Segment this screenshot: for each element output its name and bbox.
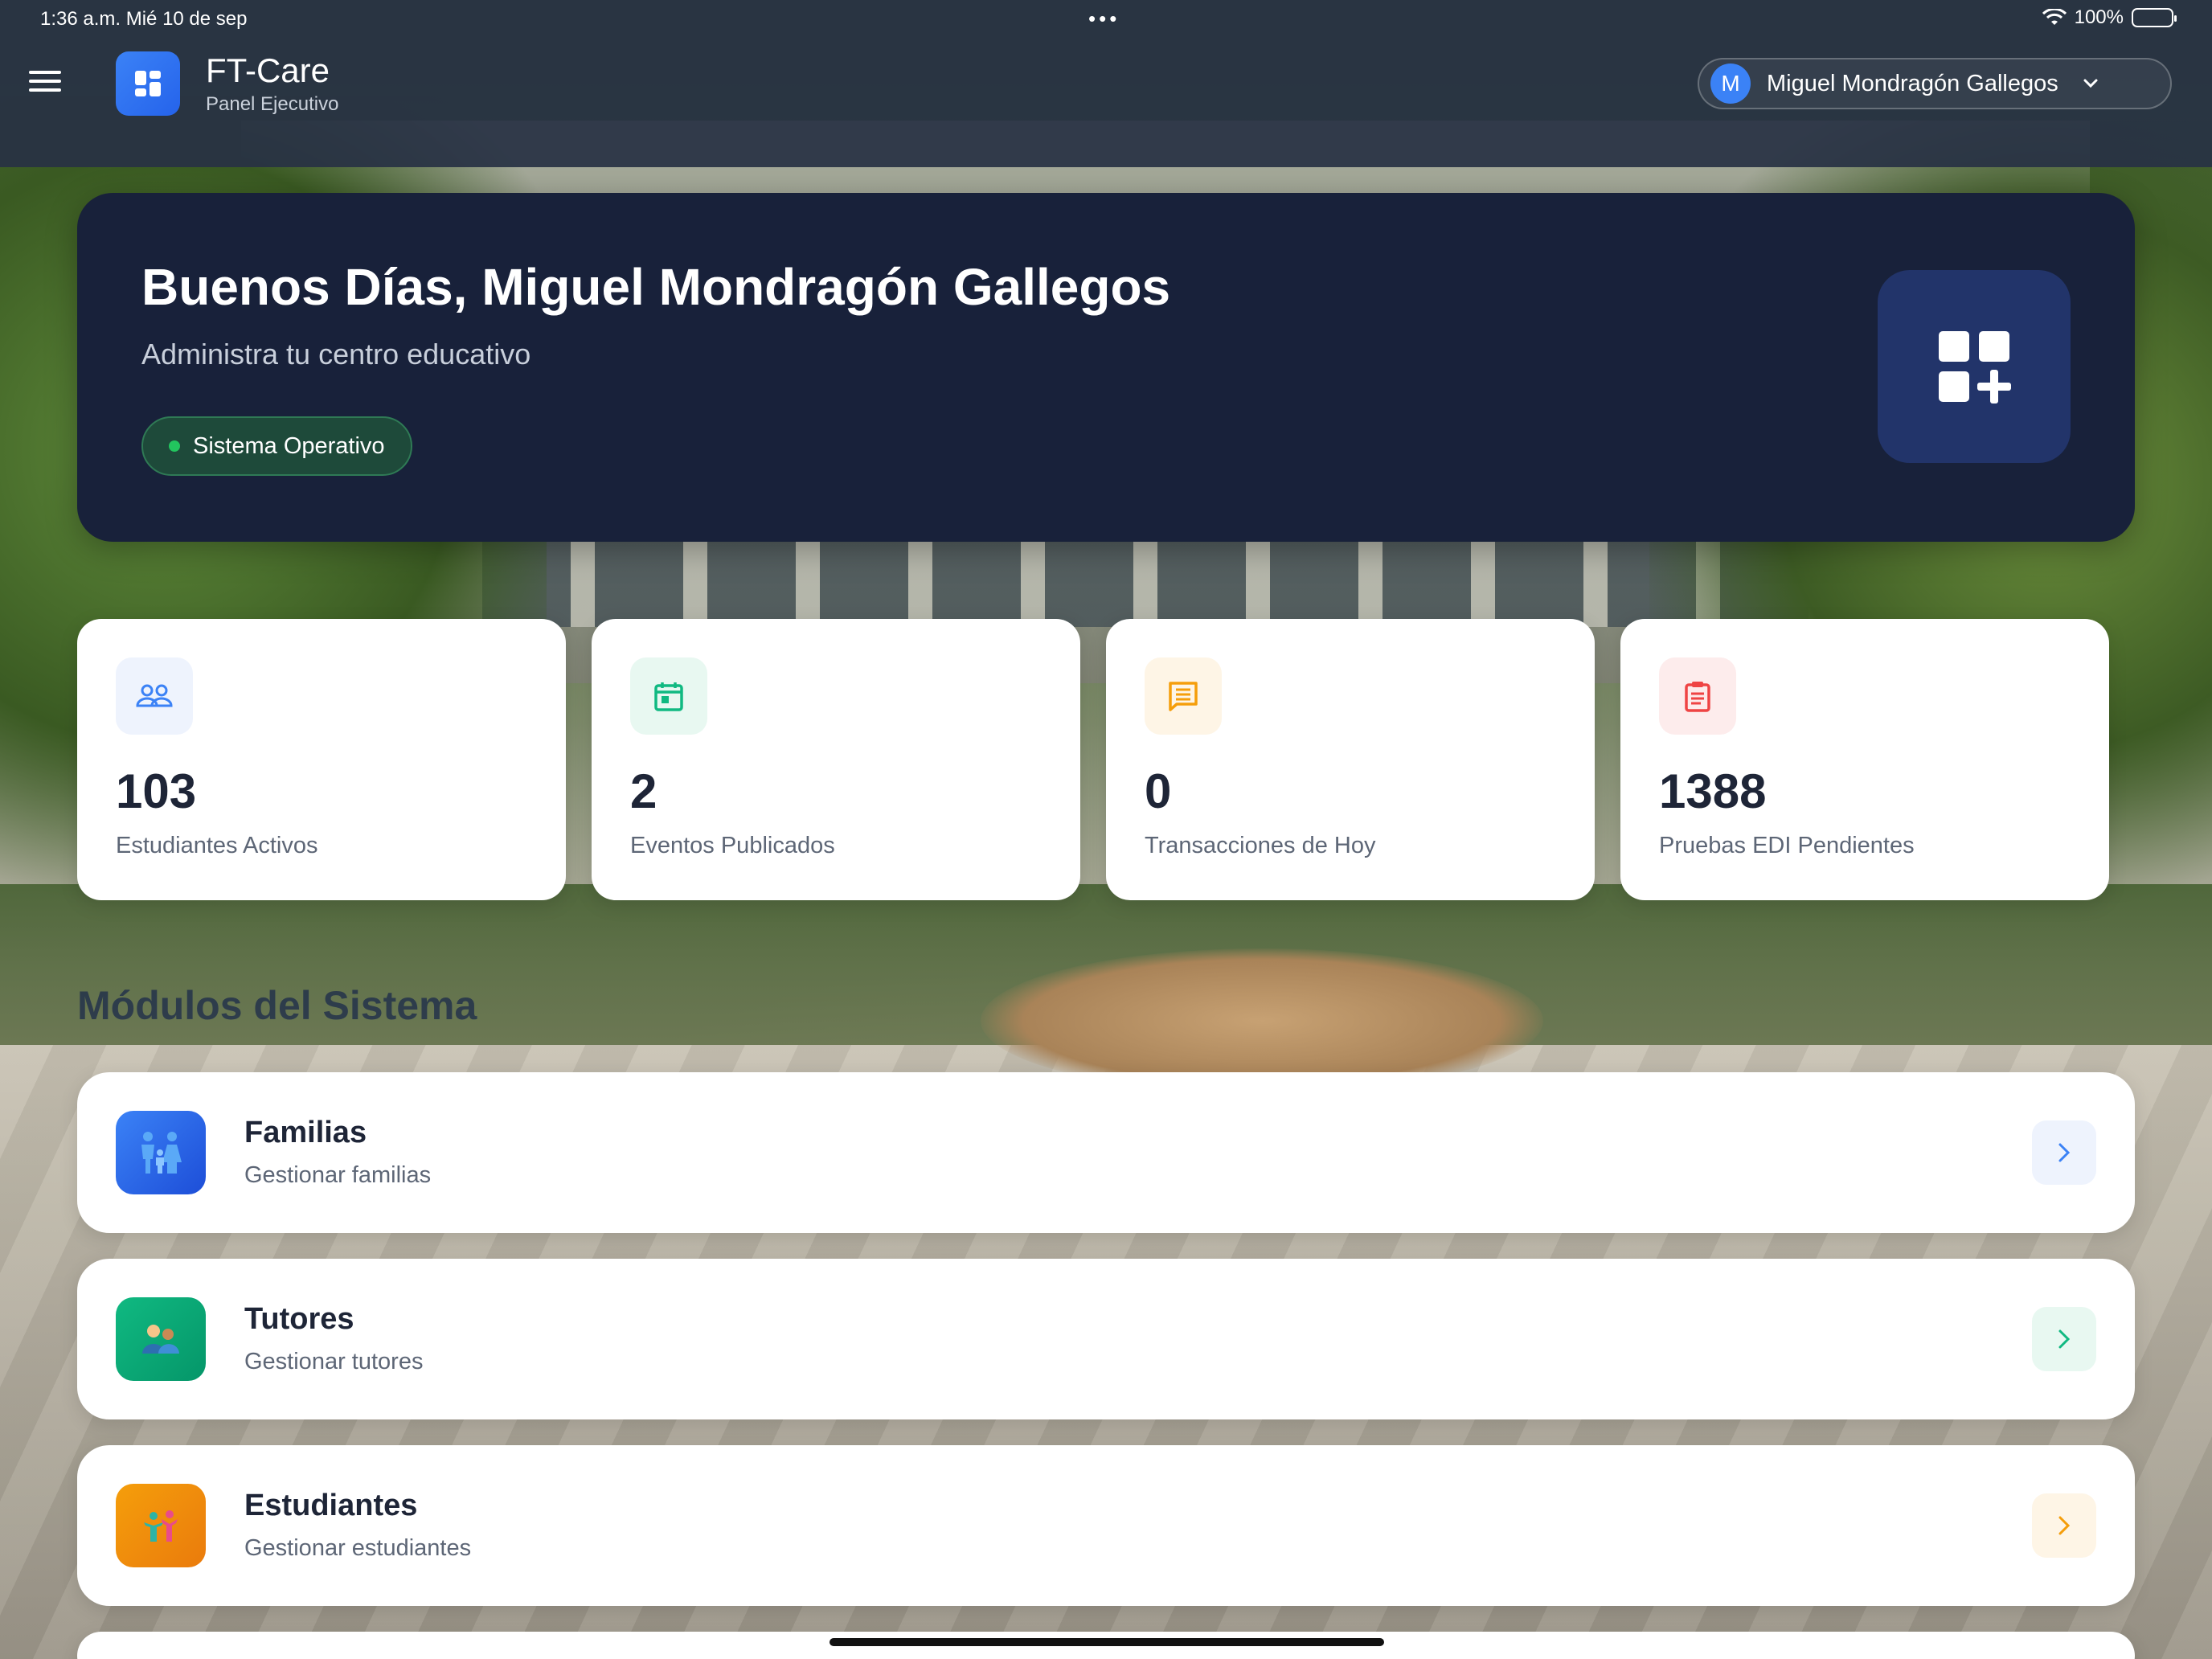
stat-value: 1388 bbox=[1659, 764, 1767, 818]
family-icon bbox=[116, 1111, 206, 1194]
status-time: 1:36 a.m. Mié 10 de sep bbox=[40, 8, 248, 30]
chevron-right-icon bbox=[2058, 1143, 2071, 1162]
module-familias[interactable]: Familias Gestionar familias bbox=[77, 1072, 2135, 1233]
users-icon bbox=[116, 657, 193, 735]
stat-card-students[interactable]: 103 Estudiantes Activos bbox=[77, 619, 566, 900]
wifi-icon bbox=[2042, 9, 2067, 25]
stat-value: 2 bbox=[630, 764, 657, 818]
module-estudiantes[interactable]: Estudiantes Gestionar estudiantes bbox=[77, 1445, 2135, 1606]
students-icon bbox=[116, 1484, 206, 1567]
status-bar: 1:36 a.m. Mié 10 de sep ••• 100% bbox=[0, 0, 2212, 37]
module-title: Estudiantes bbox=[244, 1489, 418, 1522]
home-indicator[interactable] bbox=[830, 1638, 1384, 1646]
stat-card-events[interactable]: 2 Eventos Publicados bbox=[592, 619, 1080, 900]
calendar-icon bbox=[630, 657, 707, 735]
tutors-icon bbox=[116, 1297, 206, 1381]
stat-card-edi-tests[interactable]: 1388 Pruebas EDI Pendientes bbox=[1620, 619, 2109, 900]
stat-card-transactions[interactable]: 0 Transacciones de Hoy bbox=[1106, 619, 1595, 900]
message-icon bbox=[1145, 657, 1222, 735]
app-subtitle: Panel Ejecutivo bbox=[206, 93, 339, 115]
multitasking-dots[interactable]: ••• bbox=[1088, 6, 1120, 31]
stat-label: Pruebas EDI Pendientes bbox=[1659, 833, 1915, 858]
battery-percent: 100% bbox=[2074, 6, 2124, 28]
hamburger-icon bbox=[29, 71, 61, 74]
chevron-down-icon bbox=[2083, 79, 2098, 88]
section-title: Módulos del Sistema bbox=[77, 983, 477, 1028]
open-familias-button[interactable] bbox=[2032, 1120, 2096, 1185]
module-subtitle: Gestionar familias bbox=[244, 1162, 432, 1188]
fountain-image bbox=[981, 948, 1543, 1093]
greeting-title: Buenos Días, Miguel Mondragón Gallegos bbox=[141, 258, 1171, 316]
module-title: Tutores bbox=[244, 1302, 354, 1336]
open-estudiantes-button[interactable] bbox=[2032, 1493, 2096, 1558]
module-subtitle: Gestionar tutores bbox=[244, 1349, 424, 1374]
user-menu-button[interactable]: M Miguel Mondragón Gallegos bbox=[1698, 58, 2172, 109]
status-dot-icon bbox=[169, 440, 180, 452]
greeting-subtitle: Administra tu centro educativo bbox=[141, 338, 531, 371]
status-text: Sistema Operativo bbox=[193, 432, 385, 459]
chevron-right-icon bbox=[2058, 1516, 2071, 1535]
status-badge: Sistema Operativo bbox=[141, 416, 412, 476]
stat-value: 0 bbox=[1145, 764, 1172, 818]
welcome-banner: Buenos Días, Miguel Mondragón Gallegos A… bbox=[77, 193, 2135, 542]
avatar: M bbox=[1710, 63, 1751, 104]
clipboard-icon bbox=[1659, 657, 1736, 735]
chevron-right-icon bbox=[2058, 1329, 2071, 1349]
open-tutores-button[interactable] bbox=[2032, 1307, 2096, 1371]
module-title: Familias bbox=[244, 1116, 367, 1149]
app-logo-icon bbox=[116, 51, 180, 116]
app-title: FT-Care bbox=[206, 51, 330, 89]
user-name: Miguel Mondragón Gallegos bbox=[1767, 70, 2058, 96]
dashboard-add-icon[interactable] bbox=[1878, 270, 2071, 463]
app-header: 1:36 a.m. Mié 10 de sep ••• 100% FT-Care… bbox=[0, 0, 2212, 167]
module-subtitle: Gestionar estudiantes bbox=[244, 1535, 472, 1561]
stat-label: Eventos Publicados bbox=[630, 833, 835, 858]
stat-label: Transacciones de Hoy bbox=[1145, 833, 1376, 858]
battery-icon bbox=[2132, 8, 2177, 27]
stat-value: 103 bbox=[116, 764, 197, 818]
menu-button[interactable] bbox=[29, 71, 61, 95]
module-tutores[interactable]: Tutores Gestionar tutores bbox=[77, 1259, 2135, 1419]
stat-label: Estudiantes Activos bbox=[116, 833, 318, 858]
